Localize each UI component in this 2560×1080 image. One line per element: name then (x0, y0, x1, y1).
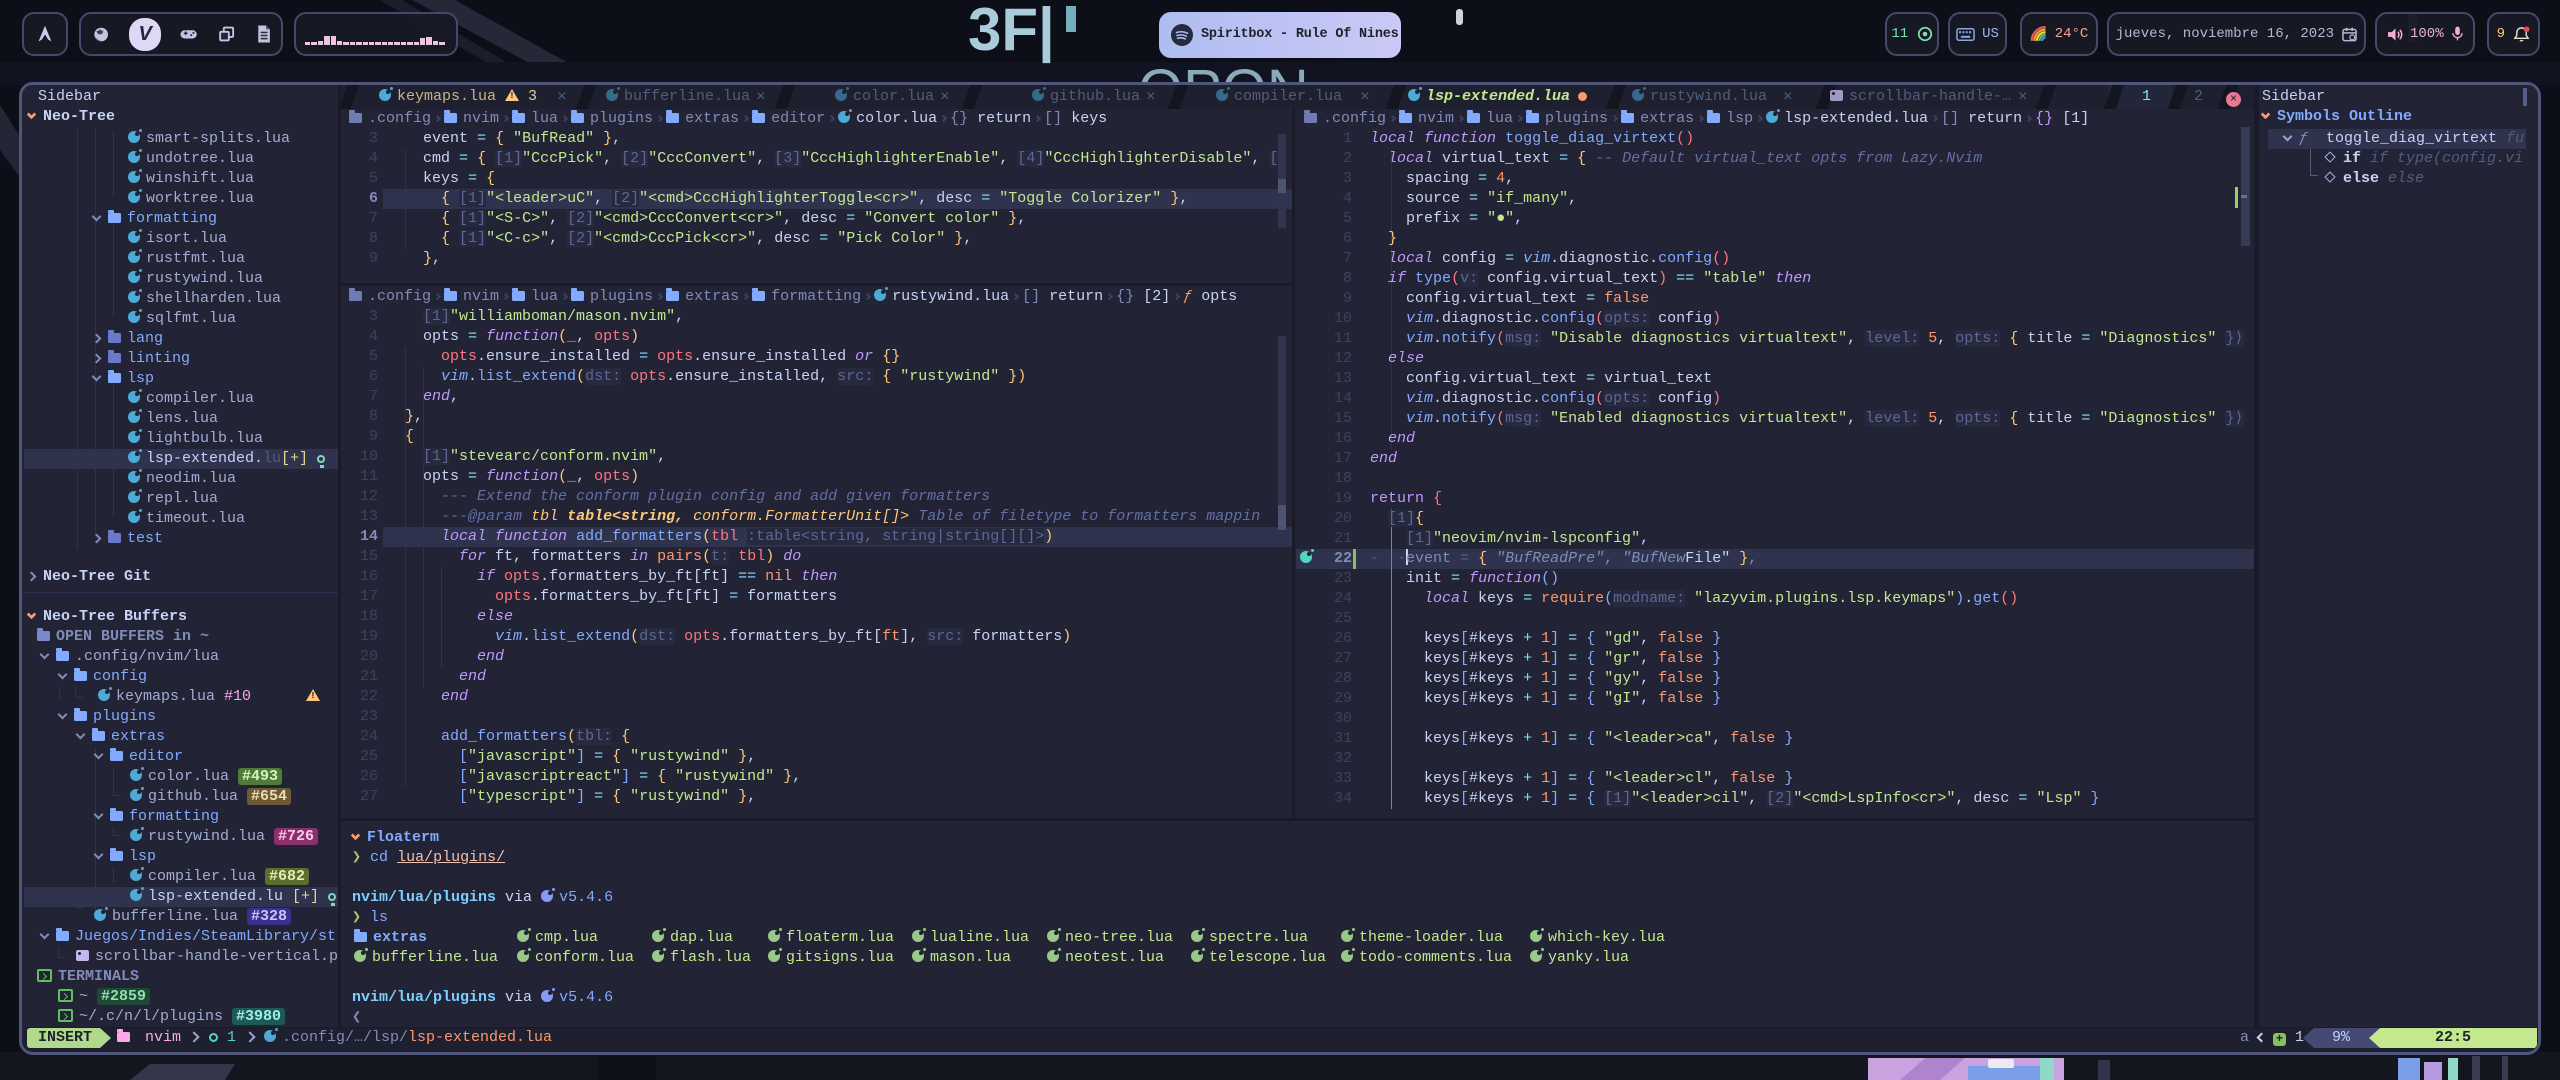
svg-text:3F|: 3F| (968, 0, 1055, 64)
